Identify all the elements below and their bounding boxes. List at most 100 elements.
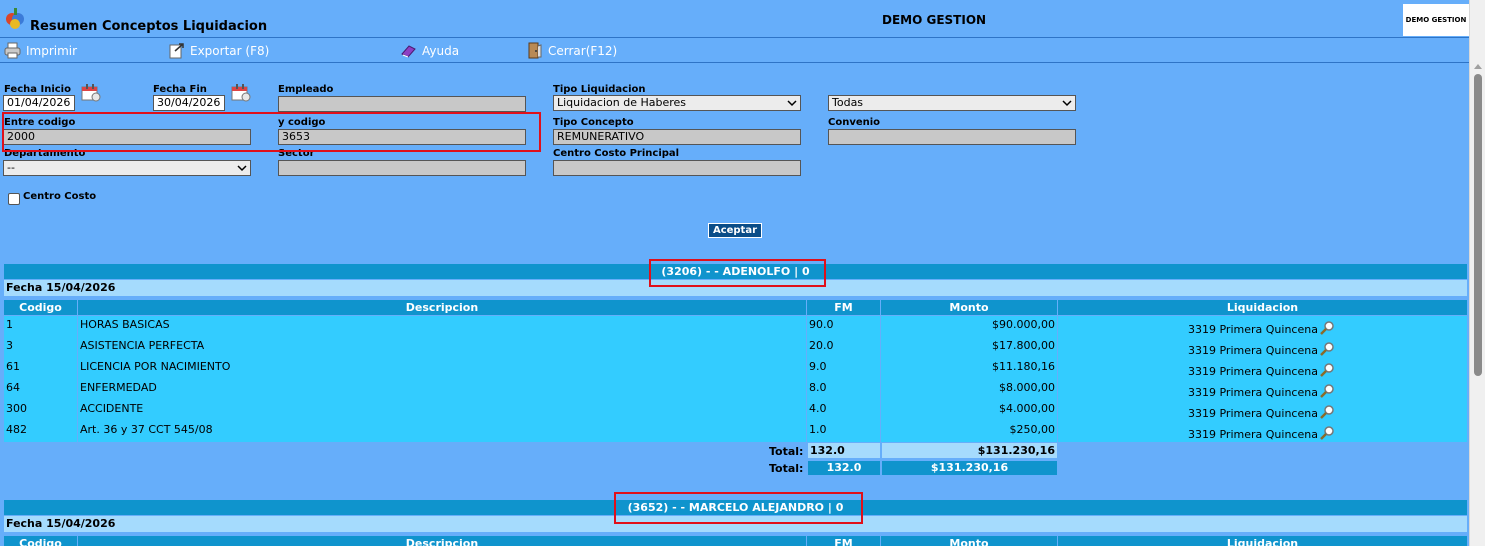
cell-monto: $90.000,00 — [992, 318, 1055, 331]
column-header-codigo: Codigo — [4, 300, 77, 315]
magnifier-icon[interactable] — [1320, 405, 1334, 419]
total-fm: 132.0 — [808, 443, 880, 458]
cell-descripcion: ENFERMEDAD — [80, 381, 157, 394]
highlight-code-range — [2, 112, 541, 152]
cell-codigo: 61 — [6, 360, 20, 373]
centro-costo-principal-input[interactable] — [553, 160, 801, 176]
magnifier-icon[interactable] — [1320, 363, 1334, 377]
magnifier-icon[interactable] — [1320, 426, 1334, 440]
calendar-icon[interactable] — [80, 83, 102, 103]
sector-input[interactable] — [278, 160, 526, 176]
help-button[interactable]: Ayuda — [400, 42, 459, 59]
brand-logo: DEMO GESTION — [1403, 4, 1469, 36]
column-header-monto: Monto — [881, 536, 1057, 546]
column-header-codigo: Codigo — [4, 536, 77, 546]
scroll-up-icon[interactable] — [1474, 64, 1482, 69]
departamento-select[interactable]: -- — [3, 160, 251, 176]
company-title: DEMO GESTION — [882, 13, 987, 27]
magnifier-icon[interactable] — [1320, 342, 1334, 356]
chevron-down-icon — [237, 165, 247, 172]
highlight-employee-header — [614, 492, 863, 524]
export-button[interactable]: Exportar (F8) — [168, 42, 269, 59]
todas-select[interactable]: Todas — [828, 95, 1076, 111]
magnifier-icon[interactable] — [1320, 321, 1334, 335]
cell-descripcion: HORAS BASICAS — [80, 318, 170, 331]
close-label: Cerrar(F12) — [548, 43, 618, 58]
empleado-input[interactable] — [278, 96, 526, 112]
centro-costo-principal-label: Centro Costo Principal — [553, 148, 680, 159]
cell-fm: 1.0 — [809, 423, 827, 436]
cell-liquidacion: 3319 Primera Quincena — [1188, 321, 1334, 336]
close-door-icon — [528, 42, 542, 59]
tipo-liquidacion-label: Tipo Liquidacion — [553, 84, 646, 95]
tipo-concepto-input[interactable]: REMUNERATIVO — [553, 129, 801, 145]
column-header-monto: Monto — [881, 300, 1057, 315]
cell-codigo: 482 — [6, 423, 27, 436]
cell-codigo: 3 — [6, 339, 13, 352]
centro-costo-checkbox[interactable] — [8, 193, 20, 205]
page-title: Resumen Conceptos Liquidacion — [30, 19, 268, 34]
cell-monto: $4.000,00 — [999, 402, 1055, 415]
cell-fm: 20.0 — [809, 339, 834, 352]
toolbar: Imprimir Exportar (F8) Ayuda Cerrar(F12) — [0, 37, 1469, 63]
cell-fm: 4.0 — [809, 402, 827, 415]
printer-icon — [4, 42, 21, 59]
convenio-input[interactable] — [828, 129, 1076, 145]
cell-descripcion: ASISTENCIA PERFECTA — [80, 339, 205, 352]
cell-liquidacion: 3319 Primera Quincena — [1188, 426, 1334, 441]
cell-descripcion: Art. 36 y 37 CCT 545/08 — [80, 423, 213, 436]
cell-monto: $11.180,16 — [992, 360, 1055, 373]
empleado-label: Empleado — [278, 84, 334, 95]
vertical-scrollbar[interactable] — [1469, 0, 1485, 546]
column-header-fm: FM — [807, 536, 880, 546]
export-label: Exportar (F8) — [190, 43, 270, 58]
chevron-down-icon — [787, 100, 797, 107]
scroll-thumb[interactable] — [1474, 74, 1482, 376]
cell-monto: $250,00 — [1009, 423, 1056, 436]
close-button[interactable]: Cerrar(F12) — [526, 42, 617, 59]
cell-fm: 8.0 — [809, 381, 827, 394]
tipo-concepto-label: Tipo Concepto — [553, 117, 634, 128]
chevron-down-icon — [1062, 100, 1072, 107]
magnifier-icon[interactable] — [1320, 384, 1334, 398]
highlight-employee-header — [649, 259, 826, 287]
fecha-fin-label: Fecha Fin — [153, 84, 207, 95]
cell-codigo: 64 — [6, 381, 20, 394]
fecha-inicio-input[interactable]: 01/04/2026 — [3, 95, 75, 111]
print-label: Imprimir — [26, 43, 78, 58]
help-book-icon — [401, 45, 416, 58]
total-monto: $131.230,16 — [882, 443, 1057, 458]
cell-fm: 90.0 — [809, 318, 834, 331]
column-header-liquidacion: Liquidacion — [1058, 300, 1467, 315]
cell-monto: $8.000,00 — [999, 381, 1055, 394]
help-label: Ayuda — [422, 43, 460, 58]
column-header-fm: FM — [807, 300, 880, 315]
cell-fm: 9.0 — [809, 360, 827, 373]
column-header-descripcion: Descripcion — [78, 536, 806, 546]
convenio-label: Convenio — [828, 117, 881, 128]
fecha-fin-input[interactable]: 30/04/2026 — [153, 95, 225, 111]
column-header-descripcion: Descripcion — [78, 300, 806, 315]
title-bar: Resumen Conceptos Liquidacion DEMO GESTI… — [0, 0, 1469, 37]
departamento-value: -- — [7, 161, 15, 174]
total-label: Total: — [769, 445, 804, 458]
tipo-liquidacion-select[interactable]: Liquidacion de Haberes — [553, 95, 801, 111]
cell-descripcion: ACCIDENTE — [80, 402, 144, 415]
cell-liquidacion: 3319 Primera Quincena — [1188, 342, 1334, 357]
calendar-icon[interactable] — [230, 83, 252, 103]
fecha-inicio-label: Fecha Inicio — [4, 84, 71, 95]
cell-codigo: 1 — [6, 318, 13, 331]
export-icon — [169, 43, 184, 59]
print-button[interactable]: Imprimir — [4, 42, 77, 59]
centro-costo-label: Centro Costo — [23, 191, 97, 202]
accept-button[interactable]: Aceptar — [708, 223, 762, 238]
total-label: Total: — [769, 462, 804, 475]
cell-liquidacion: 3319 Primera Quincena — [1188, 363, 1334, 378]
grand-total-monto: $131.230,16 — [882, 461, 1057, 475]
tipo-liquidacion-value: Liquidacion de Haberes — [557, 96, 687, 109]
cell-descripcion: LICENCIA POR NACIMIENTO — [80, 360, 231, 373]
todas-value: Todas — [832, 96, 864, 109]
grand-total-fm: 132.0 — [808, 461, 880, 475]
cell-liquidacion: 3319 Primera Quincena — [1188, 405, 1334, 420]
app-logo-icon — [6, 8, 24, 29]
